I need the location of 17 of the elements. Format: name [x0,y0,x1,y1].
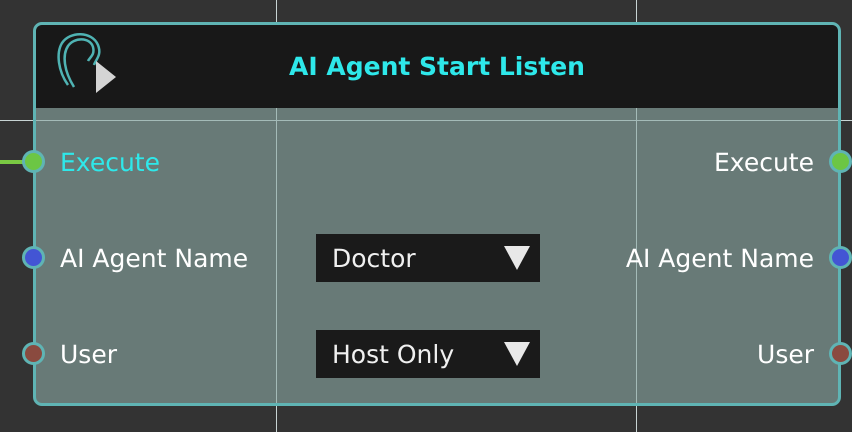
dropdown[interactable]: Doctor [316,234,540,282]
output-label: User [757,340,814,368]
node-title: AI Agent Start Listen [289,52,585,81]
input-label: User [60,340,117,368]
dropdown[interactable]: Host Only [316,330,540,378]
output-label: Execute [714,148,814,176]
output-pin[interactable] [829,342,852,365]
input-pin[interactable] [22,246,45,269]
output-pin[interactable] [829,246,852,269]
caret-icon [504,342,530,366]
output-label: AI Agent Name [626,244,814,272]
input-label: AI Agent Name [60,244,248,272]
input-pin[interactable] [22,150,45,173]
caret-icon [504,246,530,270]
output-pin[interactable] [829,150,852,173]
input-pin[interactable] [22,342,45,365]
input-label: Execute [60,148,160,176]
